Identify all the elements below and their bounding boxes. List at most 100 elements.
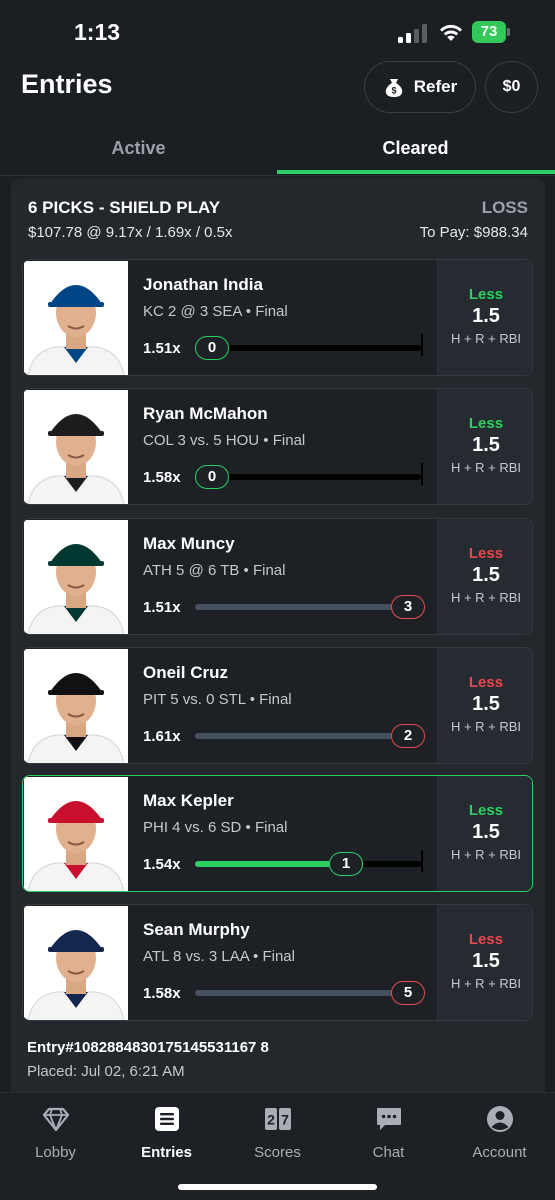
stat-value-pill: 1	[329, 852, 363, 876]
player-name: Ryan McMahon	[143, 404, 268, 423]
stat-value-pill: 5	[391, 981, 425, 1005]
player-name: Max Muncy	[143, 534, 235, 553]
pick-stat-type: H + R + RBI	[450, 460, 522, 475]
game-score: ATL 8 vs. 3 LAA • Final	[143, 948, 295, 965]
page-title: Entries	[21, 69, 113, 99]
pick-row[interactable]: Max Kepler PHI 4 vs. 6 SD • Final 1.54x …	[22, 775, 533, 892]
money-bag-icon: $	[385, 79, 403, 97]
game-score: PHI 4 vs. 6 SD • Final	[143, 819, 288, 836]
progress-target-marker	[421, 463, 423, 485]
player-headshot	[24, 777, 128, 891]
entry-id: Entry#1082884830175145531167 8	[27, 1039, 269, 1056]
pick-direction: Less	[468, 674, 504, 691]
pick-row[interactable]: Jonathan India KC 2 @ 3 SEA • Final 1.51…	[22, 259, 533, 376]
progress-track	[195, 733, 421, 739]
nav-label: Chat	[372, 1144, 405, 1161]
pick-row[interactable]: Ryan McMahon COL 3 vs. 5 HOU • Final 1.5…	[22, 388, 533, 505]
nav-label: Scores	[254, 1144, 301, 1161]
nav-label: Account	[472, 1144, 527, 1161]
pick-projection: Less 1.5 H + R + RBI	[437, 905, 532, 1020]
entry-card[interactable]: 6 PICKS - SHIELD PLAY LOSS $107.78 @ 9.1…	[11, 179, 545, 1139]
pick-line: 1.5	[472, 693, 500, 715]
pick-direction: Less	[468, 415, 504, 432]
wifi-icon	[440, 24, 462, 41]
entry-multipliers: $107.78 @ 9.17x / 1.69x / 0.5x	[28, 224, 233, 241]
progress-track	[195, 604, 421, 610]
game-score: COL 3 vs. 5 HOU • Final	[143, 432, 306, 449]
nav-chat[interactable]: Chat	[333, 1105, 444, 1161]
refer-label: Refer	[413, 77, 458, 96]
game-score: ATH 5 @ 6 TB • Final	[143, 562, 286, 579]
nav-label: Lobby	[35, 1144, 76, 1161]
progress-fill	[195, 861, 346, 867]
pick-direction: Less	[468, 931, 504, 948]
pick-projection: Less 1.5 H + R + RBI	[437, 389, 532, 504]
pick-row[interactable]: Oneil Cruz PIT 5 vs. 0 STL • Final 1.61x…	[22, 647, 533, 764]
pick-multiplier: 1.61x	[143, 728, 181, 745]
pick-multiplier: 1.51x	[143, 340, 181, 357]
pick-direction: Less	[468, 286, 504, 303]
pick-row[interactable]: Sean Murphy ATL 8 vs. 3 LAA • Final 1.58…	[22, 904, 533, 1021]
list-icon	[154, 1107, 179, 1131]
pick-multiplier: 1.58x	[143, 469, 181, 486]
entries-tabs: Active Cleared	[0, 124, 555, 176]
pick-direction: Less	[468, 545, 504, 562]
svg-text:2: 2	[267, 1112, 275, 1128]
entry-to-pay: To Pay: $988.34	[419, 224, 528, 241]
cellular-signal-icon	[398, 23, 430, 43]
nav-account[interactable]: Account	[444, 1105, 555, 1161]
pick-multiplier: 1.51x	[143, 599, 181, 616]
pick-line: 1.5	[472, 305, 500, 327]
player-headshot	[24, 649, 128, 763]
game-score: KC 2 @ 3 SEA • Final	[143, 303, 288, 320]
player-name: Sean Murphy	[143, 920, 250, 939]
pick-row[interactable]: Max Muncy ATH 5 @ 6 TB • Final 1.51x 3 L…	[22, 518, 533, 635]
pick-multiplier: 1.54x	[143, 856, 181, 873]
tab-active[interactable]: Active	[0, 124, 277, 176]
player-name: Oneil Cruz	[143, 663, 229, 682]
nav-scores[interactable]: 2 7 Scores	[222, 1105, 333, 1161]
pick-stat-type: H + R + RBI	[450, 976, 522, 991]
tab-selected-indicator	[277, 170, 555, 174]
svg-text:$: $	[391, 86, 396, 96]
player-headshot	[24, 906, 128, 1020]
player-headshot	[24, 261, 128, 375]
nav-lobby[interactable]: Lobby	[0, 1105, 111, 1161]
stat-value-pill: 2	[391, 724, 425, 748]
pick-line: 1.5	[472, 564, 500, 586]
balance-button[interactable]: $0	[485, 61, 538, 113]
status-bar: 1:13 73	[0, 0, 555, 64]
diamond-icon	[42, 1107, 69, 1132]
pick-multiplier: 1.58x	[143, 985, 181, 1002]
refer-button[interactable]: $ Refer	[364, 61, 476, 113]
pick-stat-type: H + R + RBI	[450, 331, 522, 346]
pick-stat-type: H + R + RBI	[450, 719, 522, 734]
pick-stat-type: H + R + RBI	[450, 590, 522, 605]
entry-title: 6 PICKS - SHIELD PLAY	[28, 198, 221, 217]
progress-target-marker	[421, 334, 423, 356]
pick-projection: Less 1.5 H + R + RBI	[437, 648, 532, 763]
player-name: Max Kepler	[143, 791, 234, 810]
home-indicator	[178, 1184, 377, 1190]
account-icon	[486, 1106, 513, 1132]
svg-text:7: 7	[281, 1112, 289, 1128]
stat-value-pill: 0	[195, 336, 229, 360]
status-time: 1:13	[74, 19, 121, 45]
scoreboard-icon: 2 7	[264, 1108, 291, 1130]
progress-target-marker	[421, 850, 423, 872]
tab-cleared[interactable]: Cleared	[277, 124, 554, 176]
pick-line: 1.5	[472, 434, 500, 456]
chat-icon	[376, 1108, 401, 1130]
pick-line: 1.5	[472, 821, 500, 843]
battery-icon: 73	[472, 21, 510, 43]
stat-value-pill: 3	[391, 595, 425, 619]
entry-result-badge: LOSS	[481, 198, 528, 217]
nav-entries[interactable]: Entries	[111, 1105, 222, 1161]
pick-direction: Less	[468, 802, 504, 819]
pick-stat-type: H + R + RBI	[450, 847, 522, 862]
pick-projection: Less 1.5 H + R + RBI	[437, 776, 532, 891]
pick-projection: Less 1.5 H + R + RBI	[437, 260, 532, 375]
entry-placed-time: Placed: Jul 02, 6:21 AM	[27, 1063, 185, 1080]
player-headshot	[24, 520, 128, 634]
player-name: Jonathan India	[143, 275, 263, 294]
